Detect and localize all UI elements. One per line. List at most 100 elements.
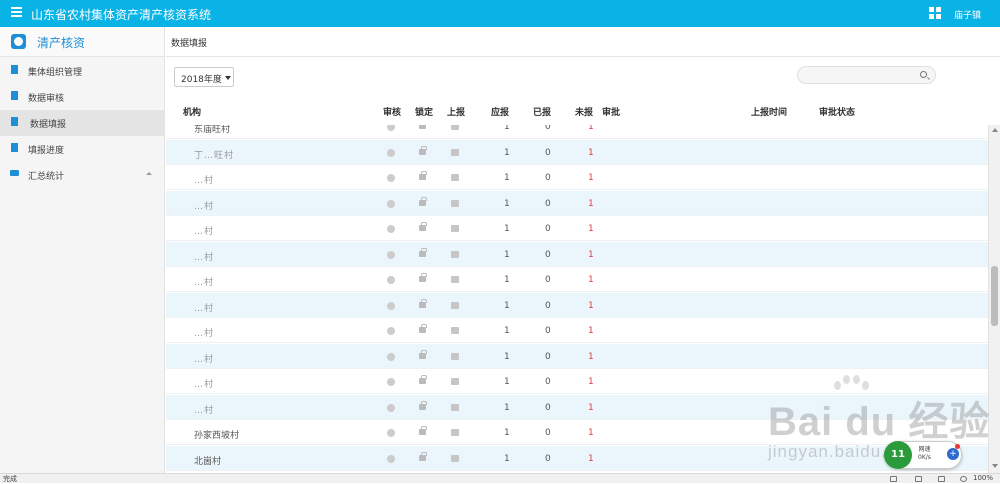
scrollbar-thumb[interactable] (991, 266, 998, 326)
lock-icon[interactable] (419, 222, 427, 231)
table-row[interactable]: …村 1 0 1 (166, 165, 988, 190)
table-row[interactable]: …村 1 0 1 (166, 241, 988, 267)
lock-icon[interactable] (419, 426, 427, 435)
review-status-icon[interactable] (387, 199, 395, 208)
review-status-icon[interactable] (387, 352, 395, 361)
report-icon[interactable] (451, 378, 459, 385)
review-status-icon[interactable] (387, 454, 395, 463)
report-icon[interactable] (451, 454, 459, 462)
org-name[interactable]: …村 (194, 352, 214, 365)
plus-icon[interactable]: + (947, 448, 959, 460)
user-name[interactable]: 庙子镇 (954, 8, 981, 21)
lock-icon[interactable] (419, 196, 427, 206)
table-row[interactable]: …村 1 0 1 (166, 190, 988, 216)
table-row[interactable]: 东庙旺村 1 0 1 (166, 125, 988, 139)
table-row[interactable]: …村 1 0 1 (166, 369, 988, 394)
report-icon[interactable] (451, 403, 459, 411)
download-icon[interactable] (938, 476, 945, 482)
org-name[interactable]: …村 (194, 403, 214, 416)
report-icon[interactable] (451, 174, 459, 181)
org-name[interactable]: …村 (194, 326, 214, 339)
lock-icon[interactable] (419, 171, 427, 180)
search-icon[interactable] (920, 71, 927, 78)
column-header-org[interactable]: 机构 (183, 105, 201, 118)
table-row[interactable]: 北崮村 1 0 1 (166, 445, 988, 471)
sidebar-item-summary[interactable]: 汇总统计 (0, 162, 164, 188)
zoom-level[interactable]: 100% (973, 474, 993, 482)
apps-grid-icon[interactable] (929, 7, 941, 19)
review-status-icon[interactable] (387, 378, 395, 386)
report-icon[interactable] (451, 199, 459, 207)
table-row[interactable]: …村 1 0 1 (166, 216, 988, 241)
column-header-pending[interactable]: 未报 (575, 105, 593, 118)
review-status-icon[interactable] (387, 327, 395, 335)
menu-icon[interactable] (11, 7, 22, 17)
column-header-due[interactable]: 应报 (491, 105, 509, 118)
column-header-lock[interactable]: 锁定 (415, 105, 433, 118)
scroll-down-icon[interactable] (992, 464, 998, 468)
lock-icon[interactable] (419, 145, 427, 155)
lock-icon[interactable] (419, 298, 427, 308)
table-row[interactable]: …村 1 0 1 (166, 394, 988, 420)
org-name[interactable]: 孙家西坡村 (194, 428, 239, 441)
report-icon[interactable] (451, 250, 459, 258)
lock-icon[interactable] (419, 400, 427, 410)
network-icon[interactable] (890, 476, 897, 482)
lock-icon[interactable] (419, 349, 427, 359)
report-icon[interactable] (451, 148, 459, 156)
report-icon[interactable] (451, 225, 459, 232)
column-header-approve-status[interactable]: 审批状态 (819, 105, 855, 118)
review-status-icon[interactable] (387, 225, 395, 233)
org-name[interactable]: …村 (194, 250, 214, 263)
table-row[interactable]: …村 1 0 1 (166, 267, 988, 292)
scroll-up-icon[interactable] (992, 128, 998, 132)
review-status-icon[interactable] (387, 174, 395, 182)
table-row[interactable]: …村 1 0 1 (166, 343, 988, 369)
org-name[interactable]: …村 (194, 301, 214, 314)
lock-icon[interactable] (419, 324, 427, 333)
review-status-icon[interactable] (387, 301, 395, 310)
review-status-icon[interactable] (387, 250, 395, 259)
org-name[interactable]: …村 (194, 275, 214, 288)
org-name[interactable]: …村 (194, 224, 214, 237)
review-status-icon[interactable] (387, 148, 395, 157)
org-name[interactable]: …村 (194, 173, 214, 186)
table-row[interactable]: 孙家西坡村 1 0 1 (166, 420, 988, 445)
review-status-icon[interactable] (387, 276, 395, 284)
sidebar-item-data-review[interactable]: 数据审核 (0, 84, 164, 110)
zoom-icon[interactable] (960, 476, 967, 482)
column-header-review[interactable]: 审核 (383, 105, 401, 118)
org-name[interactable]: 北崮村 (194, 454, 221, 467)
report-icon[interactable] (451, 327, 459, 334)
report-icon[interactable] (451, 125, 459, 130)
scrollbar[interactable] (988, 125, 1000, 473)
lock-icon[interactable] (419, 375, 427, 384)
speaker-icon[interactable] (915, 476, 922, 482)
lock-icon[interactable] (419, 273, 427, 282)
sidebar-item-org-management[interactable]: 集体组织管理 (0, 58, 164, 84)
column-header-report[interactable]: 上报 (447, 105, 465, 118)
org-name[interactable]: 东庙旺村 (194, 125, 230, 135)
org-name[interactable]: …村 (194, 199, 214, 212)
column-header-done[interactable]: 已报 (533, 105, 551, 118)
column-header-approve[interactable]: 审批 (602, 105, 620, 118)
report-icon[interactable] (451, 352, 459, 360)
review-status-icon[interactable] (387, 429, 395, 437)
search-input[interactable] (797, 66, 936, 84)
widget-ball[interactable]: 11 (884, 441, 912, 469)
table-row[interactable]: …村 1 0 1 (166, 292, 988, 318)
review-status-icon[interactable] (387, 403, 395, 412)
review-status-icon[interactable] (387, 125, 395, 131)
speed-widget[interactable]: 11 网速 0K/s + (884, 441, 962, 469)
org-name[interactable]: 丁…旺村 (194, 148, 234, 161)
lock-icon[interactable] (419, 125, 426, 129)
sidebar-item-data-entry[interactable]: 数据填报 (0, 110, 164, 136)
org-name[interactable]: …村 (194, 377, 214, 390)
column-header-report-time[interactable]: 上报时间 (751, 105, 787, 118)
table-row[interactable]: …村 1 0 1 (166, 318, 988, 343)
lock-icon[interactable] (419, 247, 427, 257)
report-icon[interactable] (451, 429, 459, 436)
year-select[interactable]: 2018年度 (174, 67, 234, 87)
lock-icon[interactable] (419, 451, 427, 461)
report-icon[interactable] (451, 276, 459, 283)
